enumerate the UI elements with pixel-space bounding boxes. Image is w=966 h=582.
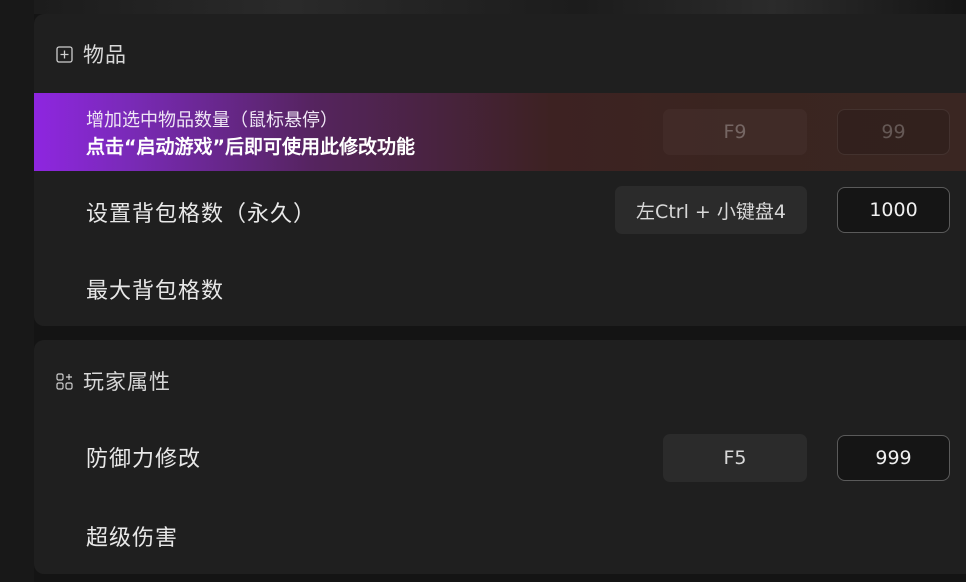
super-damage-label[interactable]: 超级伤害: [86, 520, 178, 552]
items-section-header: 物品: [56, 39, 127, 69]
player-attributes-panel: 玩家属性 防御力修改 F5 999 超级伤害: [34, 340, 966, 574]
increase-item-count-value[interactable]: 99: [837, 109, 950, 155]
player-section-header: 玩家属性: [56, 366, 171, 396]
set-backpack-slots-hotkey[interactable]: 左Ctrl + 小键盘4: [615, 186, 807, 234]
increase-item-count-label: 增加选中物品数量（鼠标悬停）: [86, 110, 338, 131]
defense-modify-value[interactable]: 999: [837, 435, 950, 481]
defense-modify-label: 防御力修改: [86, 447, 202, 472]
left-edge: [0, 0, 34, 582]
apps-add-icon: [56, 372, 73, 390]
increase-item-count-row[interactable]: 增加选中物品数量（鼠标悬停） 点击“启动游戏”后即可使用此修改功能 F9 99: [34, 93, 966, 171]
player-section-title: 玩家属性: [83, 370, 171, 394]
plus-square-icon: [56, 45, 73, 63]
set-backpack-slots-label: 设置背包格数（永久）: [86, 202, 317, 227]
items-section-title: 物品: [83, 43, 127, 67]
items-panel: 物品 增加选中物品数量（鼠标悬停） 点击“启动游戏”后即可使用此修改功能 F9 …: [34, 14, 966, 326]
increase-item-count-hotkey[interactable]: F9: [663, 109, 807, 155]
background-strip: [0, 0, 966, 14]
launch-game-hint: 点击“启动游戏”后即可使用此修改功能: [86, 136, 415, 158]
max-backpack-slots-label[interactable]: 最大背包格数: [86, 273, 224, 305]
defense-modify-hotkey[interactable]: F5: [663, 434, 807, 482]
set-backpack-slots-value[interactable]: 1000: [837, 187, 950, 233]
